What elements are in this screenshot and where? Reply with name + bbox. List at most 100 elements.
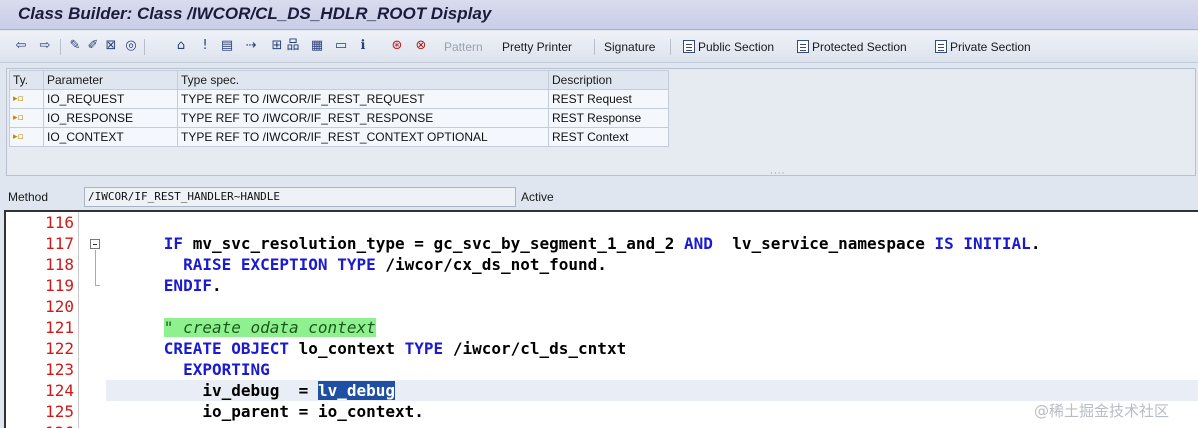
line-number: 123: [45, 360, 74, 379]
watermark: @稀土掘金技术社区: [1034, 402, 1170, 420]
period: .: [597, 255, 607, 274]
parameter-name[interactable]: IO_CONTEXT: [43, 127, 178, 147]
section-icon: [683, 40, 695, 53]
code-line-125: io_parent = io_context.: [106, 401, 424, 422]
public-section-button[interactable]: Public Section: [683, 37, 774, 57]
toolbar-separator: [670, 39, 671, 55]
local-types-icon[interactable]: 品: [284, 37, 302, 55]
layout-icon[interactable]: ▭: [332, 37, 350, 55]
title-bar: Class Builder: Class /IWCOR/CL_DS_HDLR_R…: [0, 0, 1198, 30]
check-icon[interactable]: ⊠: [102, 37, 120, 55]
parameter-importing-icon: ▸▫: [9, 127, 44, 147]
method-label: Method: [8, 190, 49, 204]
code-line-117: IF mv_svc_resolution_type = gc_svc_by_se…: [106, 233, 1041, 254]
breakpoint-icon[interactable]: ⊛: [388, 37, 406, 55]
code-line-122: CREATE OBJECT lo_context TYPE /iwcor/cl_…: [106, 338, 626, 359]
where-used-icon[interactable]: ⌂: [172, 37, 190, 55]
keyword: CREATE OBJECT: [163, 339, 290, 358]
private-section-button[interactable]: Private Section: [935, 37, 1031, 57]
toolbar-separator: [144, 39, 145, 55]
code-line-123: EXPORTING: [106, 359, 270, 380]
parameter-table-header: Ty. Parameter Type spec. Description: [9, 70, 669, 90]
info-icon[interactable]: ǃ: [196, 37, 214, 55]
section-icon: [797, 40, 809, 53]
line-number: 117: [45, 234, 74, 253]
identifier: io_parent: [202, 402, 290, 421]
operator: =: [298, 381, 309, 400]
keyword: ENDIF: [163, 276, 212, 295]
period: .: [414, 402, 424, 421]
code-comment: " create odata context: [163, 318, 376, 337]
forward-icon[interactable]: ⇨: [36, 37, 54, 55]
class-builder-window: Class Builder: Class /IWCOR/CL_DS_HDLR_R…: [0, 0, 1198, 428]
enhance-icon[interactable]: ⇢: [242, 37, 260, 55]
column-header-ty[interactable]: Ty.: [9, 70, 44, 90]
line-number: 124: [45, 381, 74, 400]
window-icon[interactable]: ▦: [308, 37, 326, 55]
back-icon[interactable]: ⇦: [12, 37, 30, 55]
public-section-label: Public Section: [698, 40, 775, 54]
identifier: gc_svc_by_segment_1_and_2: [433, 234, 675, 253]
method-name-field[interactable]: /IWCOR/IF_REST_HANDLER~HANDLE: [84, 187, 516, 207]
line-number: 122: [45, 339, 74, 358]
identifier: /iwcor/cl_ds_cntxt: [452, 339, 627, 358]
fold-guide: [95, 250, 96, 286]
signature-button[interactable]: Signature: [604, 37, 655, 57]
line-number: 118: [45, 255, 74, 274]
parameter-row[interactable]: ▸▫ IO_RESPONSE TYPE REF TO /IWCOR/IF_RES…: [9, 108, 669, 128]
parameter-description[interactable]: REST Response: [548, 108, 669, 128]
column-header-parameter[interactable]: Parameter: [43, 70, 178, 90]
parameter-name[interactable]: IO_REQUEST: [43, 89, 178, 109]
code-line-124: iv_debug = lv_debug: [106, 380, 395, 401]
fold-collapse-icon[interactable]: [90, 239, 100, 249]
identifier: mv_svc_resolution_type: [192, 234, 405, 253]
line-number-gutter: 116 117 118 119 120 121 122 123 124 125 …: [6, 212, 84, 428]
parameter-table: Ty. Parameter Type spec. Description ▸▫ …: [9, 70, 669, 147]
keyword: AND: [684, 234, 713, 253]
identifier: lv_service_namespace: [732, 234, 925, 253]
splitter-grip[interactable]: ····: [770, 170, 794, 179]
line-number: 120: [45, 297, 74, 316]
other-object-icon[interactable]: ✎: [66, 37, 84, 55]
parameter-importing-icon: ▸▫: [9, 108, 44, 128]
parameter-name[interactable]: IO_RESPONSE: [43, 108, 178, 128]
column-header-description[interactable]: Description: [548, 70, 669, 90]
pattern-button[interactable]: Pattern: [444, 37, 483, 57]
parameter-description[interactable]: REST Context: [548, 127, 669, 147]
parameter-type-spec[interactable]: TYPE REF TO /IWCOR/IF_REST_RESPONSE: [177, 108, 549, 128]
method-row: Method /IWCOR/IF_REST_HANDLER~HANDLE Act…: [0, 184, 1198, 210]
keyword: IF: [163, 234, 184, 253]
identifier: lo_context: [298, 339, 395, 358]
window-title: Class Builder: Class /IWCOR/CL_DS_HDLR_R…: [18, 4, 492, 23]
operator: =: [414, 234, 424, 253]
session-breakpoint-icon[interactable]: ⊗: [412, 37, 430, 55]
fold-guide-end: [95, 285, 100, 286]
operator: =: [298, 402, 309, 421]
identifier: /iwcor/cx_ds_not_found: [385, 255, 598, 274]
parameter-type-spec[interactable]: TYPE REF TO /IWCOR/IF_REST_CONTEXT OPTIO…: [177, 127, 549, 147]
parameter-row[interactable]: ▸▫ IO_REQUEST TYPE REF TO /IWCOR/IF_REST…: [9, 89, 669, 109]
object-list-icon[interactable]: ▤: [218, 37, 236, 55]
protected-section-button[interactable]: Protected Section: [797, 37, 907, 57]
parameter-row[interactable]: ▸▫ IO_CONTEXT TYPE REF TO /IWCOR/IF_REST…: [9, 127, 669, 147]
parameter-type-spec[interactable]: TYPE REF TO /IWCOR/IF_REST_REQUEST: [177, 89, 549, 109]
display-change-icon[interactable]: ✐: [84, 37, 102, 55]
identifier: io_context: [317, 402, 415, 421]
abap-code-editor[interactable]: 116 117 118 119 120 121 122 123 124 125 …: [4, 210, 1198, 428]
method-status: Active: [521, 190, 554, 204]
gutter-divider: [78, 212, 79, 428]
column-header-type-spec[interactable]: Type spec.: [177, 70, 549, 90]
parameter-description[interactable]: REST Request: [548, 89, 669, 109]
line-number: 119: [45, 276, 74, 295]
toolbar-separator: [60, 39, 61, 55]
activate-icon[interactable]: ◎: [122, 37, 140, 55]
pretty-printer-button[interactable]: Pretty Printer: [502, 37, 572, 57]
keyword: TYPE: [404, 339, 444, 358]
help-icon[interactable]: ℹ: [354, 37, 372, 55]
parameter-panel: Ty. Parameter Type spec. Description ▸▫ …: [6, 68, 1196, 176]
section-icon: [935, 40, 947, 53]
selected-text: lv_debug: [317, 381, 395, 400]
keyword: IS INITIAL: [934, 234, 1031, 253]
code-line-119: ENDIF.: [106, 275, 222, 296]
line-number: 116: [45, 213, 74, 232]
